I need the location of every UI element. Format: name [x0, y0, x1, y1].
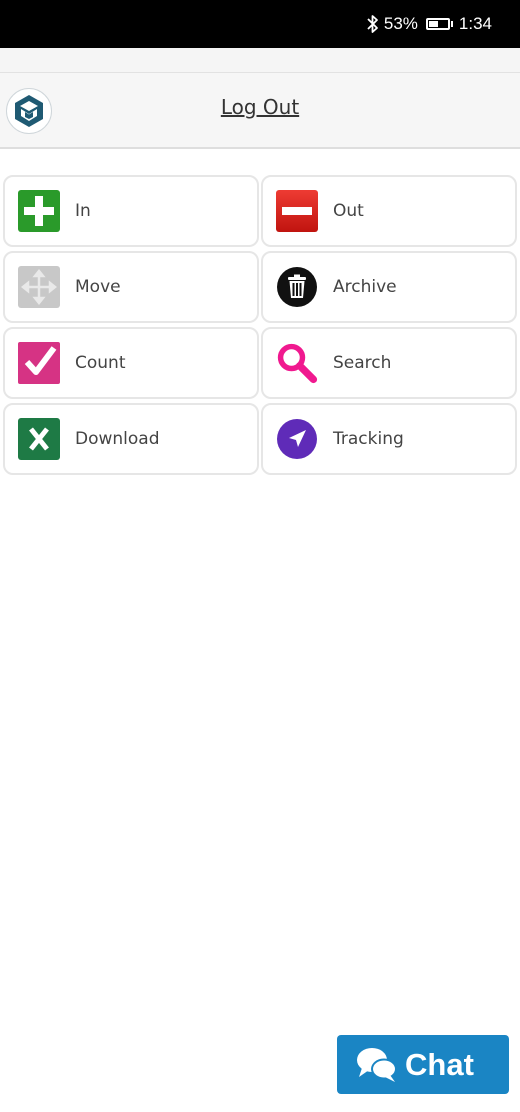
- status-bar: 53% 1:34: [0, 0, 520, 48]
- navigation-arrow-icon: [276, 418, 318, 460]
- out-label: Out: [333, 201, 364, 221]
- out-button[interactable]: Out: [261, 175, 517, 247]
- trash-icon: [276, 266, 318, 308]
- in-button[interactable]: In: [3, 175, 259, 247]
- checkmark-icon: [18, 342, 60, 384]
- plus-icon: [18, 190, 60, 232]
- chat-button[interactable]: Chat: [337, 1035, 509, 1094]
- excel-icon: [18, 418, 60, 460]
- download-label: Download: [75, 429, 160, 449]
- tracking-button[interactable]: Tracking: [261, 403, 517, 475]
- clock-time: 1:34: [458, 14, 492, 33]
- chat-bubbles-icon: [355, 1045, 399, 1085]
- search-button[interactable]: Search: [261, 327, 517, 399]
- magnifier-icon: [276, 342, 318, 384]
- search-label: Search: [333, 353, 392, 373]
- archive-button[interactable]: Archive: [261, 251, 517, 323]
- move-button[interactable]: Move: [3, 251, 259, 323]
- top-band: [0, 48, 520, 73]
- bluetooth-icon: [366, 14, 380, 34]
- count-button[interactable]: Count: [3, 327, 259, 399]
- archive-label: Archive: [333, 277, 397, 297]
- move-label: Move: [75, 277, 121, 297]
- move-arrows-icon: [18, 266, 60, 308]
- tracking-label: Tracking: [333, 429, 404, 449]
- count-label: Count: [75, 353, 126, 373]
- battery-icon: [425, 18, 453, 30]
- action-grid: In Out Move Archive Count Search Downloa…: [3, 175, 517, 475]
- chat-label: Chat: [405, 1046, 474, 1082]
- app-header: Log Out: [0, 73, 520, 149]
- in-label: In: [75, 201, 91, 221]
- download-button[interactable]: Download: [3, 403, 259, 475]
- minus-icon: [276, 190, 318, 232]
- logout-link[interactable]: Log Out: [0, 95, 520, 119]
- battery-percent: 53%: [383, 14, 418, 33]
- status-indicators: 53% 1:34: [366, 0, 492, 48]
